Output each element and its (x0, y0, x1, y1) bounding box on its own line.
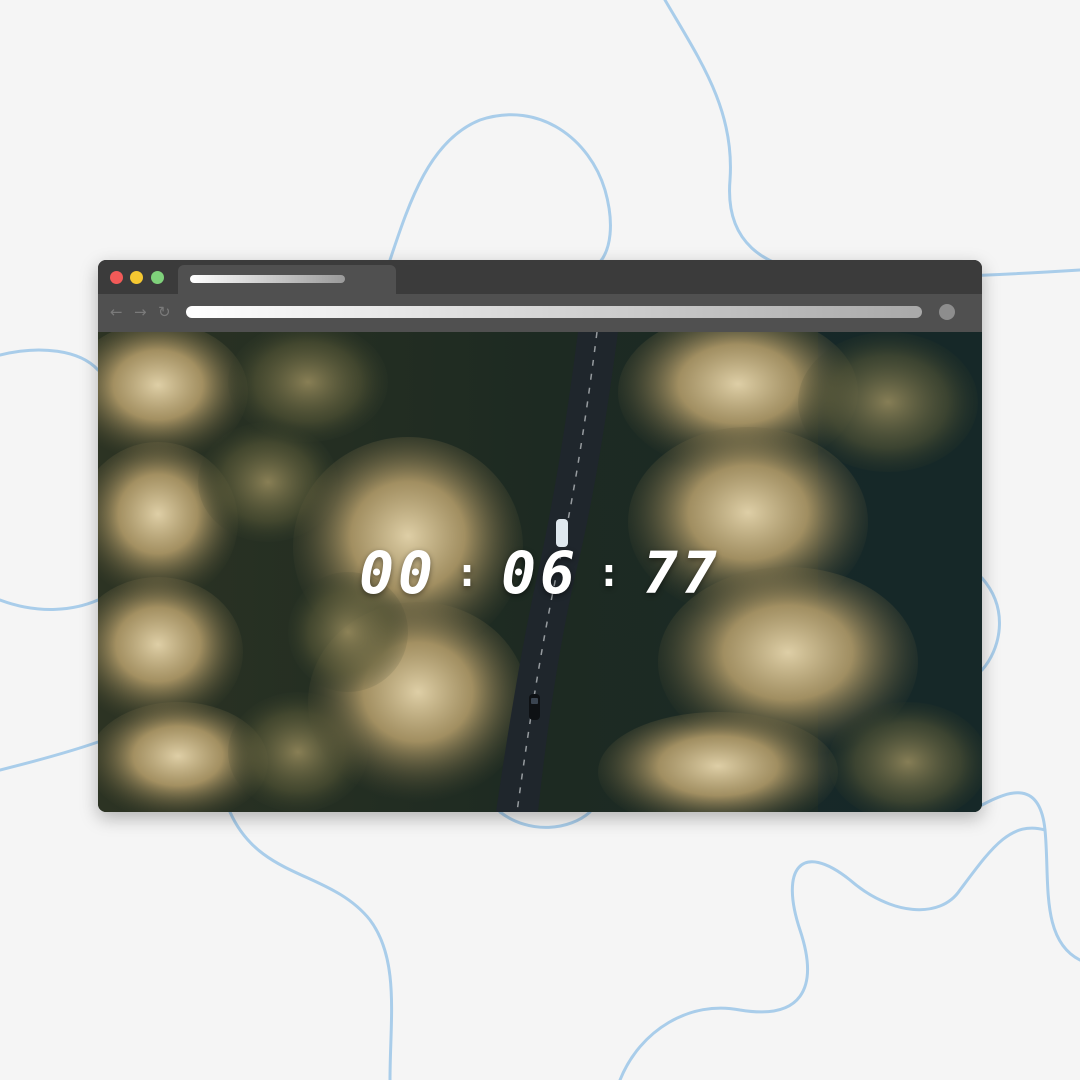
timer-minutes: 00 (359, 539, 437, 607)
page-content: 00 : 06 : 77 (98, 332, 982, 812)
timer-separator: : (596, 550, 626, 596)
browser-titlebar (98, 260, 982, 294)
browser-window: ← → ↻ 00: 06: 77 (98, 260, 982, 812)
browser-tab[interactable] (178, 265, 396, 294)
close-window-button[interactable] (110, 271, 123, 284)
timer-seconds: 06 (501, 539, 579, 607)
maximize-window-button[interactable] (151, 271, 164, 284)
back-arrow-icon[interactable]: ← (110, 303, 123, 321)
tab-title-placeholder (190, 275, 345, 283)
timer-separator: : (454, 550, 484, 596)
stopwatch-display: 00 : 06 : 77 (98, 538, 982, 608)
timer-hundredths: 77 (643, 539, 721, 607)
forward-arrow-icon[interactable]: → (134, 303, 147, 321)
minimize-window-button[interactable] (130, 271, 143, 284)
address-bar[interactable] (186, 306, 922, 318)
browser-toolbar: ← → ↻ (98, 294, 982, 332)
browser-menu-icon[interactable] (939, 304, 955, 320)
reload-icon[interactable]: ↻ (158, 303, 171, 321)
